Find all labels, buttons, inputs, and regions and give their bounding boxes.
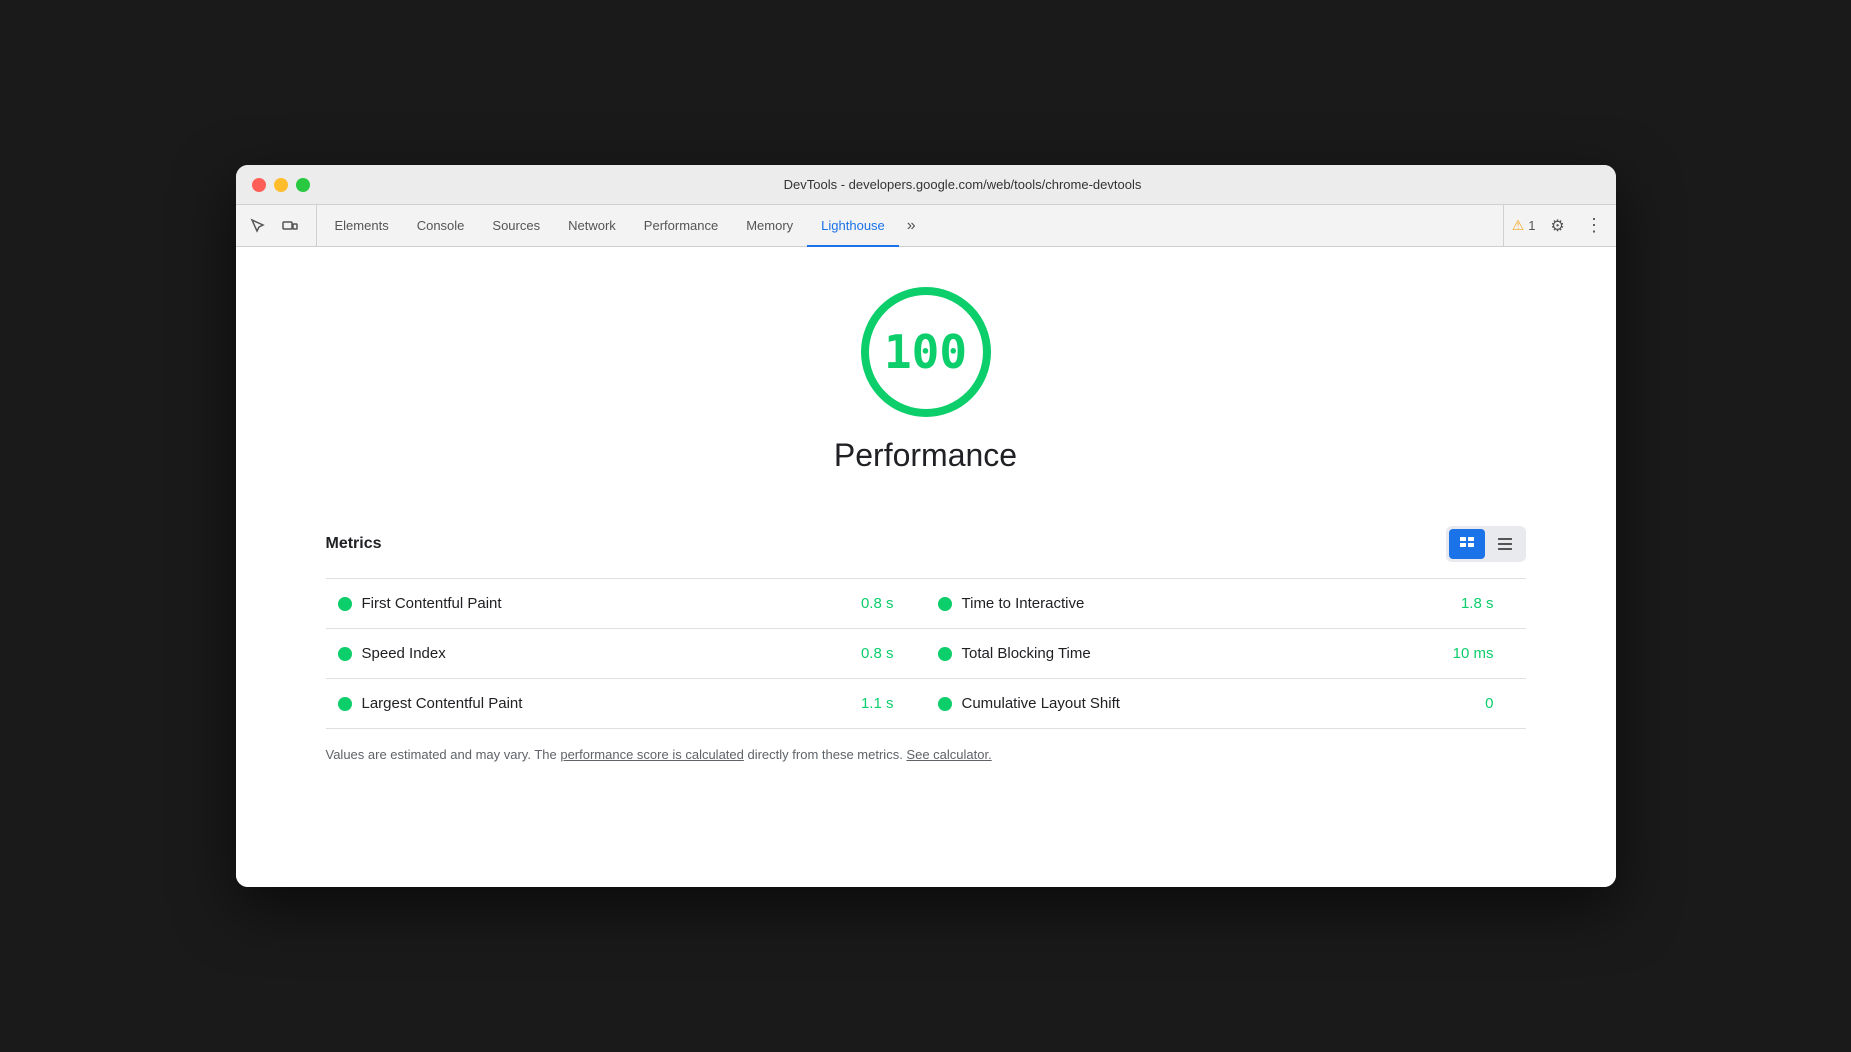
metric-row: Speed Index 0.8 s Total Blocking Time 10… bbox=[326, 629, 1526, 679]
metric-dot-tbt bbox=[938, 647, 952, 661]
metric-cell-fcp: First Contentful Paint 0.8 s bbox=[326, 579, 926, 628]
metric-dot-cls bbox=[938, 697, 952, 711]
metrics-section: Metrics bbox=[326, 526, 1526, 765]
window-title: DevTools - developers.google.com/web/too… bbox=[326, 177, 1600, 192]
inspect-element-button[interactable] bbox=[244, 212, 272, 240]
tab-sources[interactable]: Sources bbox=[478, 206, 554, 247]
metric-dot-tti bbox=[938, 597, 952, 611]
grid-view-button[interactable] bbox=[1449, 529, 1485, 559]
score-number: 100 bbox=[884, 325, 967, 379]
warning-icon: ⚠ bbox=[1512, 217, 1525, 234]
metric-cell-tbt: Total Blocking Time 10 ms bbox=[926, 629, 1526, 678]
more-options-button[interactable]: ⋮ bbox=[1580, 212, 1608, 240]
metric-cell-lcp: Largest Contentful Paint 1.1 s bbox=[326, 679, 926, 728]
perf-score-link[interactable]: performance score is calculated bbox=[560, 747, 744, 762]
toolbar-icons bbox=[244, 205, 317, 246]
tab-lighthouse[interactable]: Lighthouse bbox=[807, 206, 899, 247]
metric-dot-lcp bbox=[338, 697, 352, 711]
score-container: 100 Performance bbox=[834, 287, 1017, 506]
tabs: Elements Console Sources Network Perform… bbox=[321, 205, 1503, 246]
metric-value-si: 0.8 s bbox=[861, 645, 914, 662]
tab-console[interactable]: Console bbox=[403, 206, 479, 247]
metrics-footer: Values are estimated and may vary. The p… bbox=[326, 745, 1526, 765]
metric-cell-si: Speed Index 0.8 s bbox=[326, 629, 926, 678]
warning-badge[interactable]: ⚠ 1 bbox=[1512, 217, 1536, 234]
list-view-button[interactable] bbox=[1487, 529, 1523, 559]
lighthouse-panel: 100 Performance Metrics bbox=[236, 247, 1616, 887]
metric-cell-tti: Time to Interactive 1.8 s bbox=[926, 579, 1526, 628]
tab-elements[interactable]: Elements bbox=[321, 206, 403, 247]
metric-cell-cls: Cumulative Layout Shift 0 bbox=[926, 679, 1526, 728]
devtools-toolbar: Elements Console Sources Network Perform… bbox=[236, 205, 1616, 247]
metric-value-lcp: 1.1 s bbox=[861, 695, 914, 712]
settings-button[interactable]: ⚙ bbox=[1544, 212, 1572, 240]
metric-row: Largest Contentful Paint 1.1 s Cumulativ… bbox=[326, 679, 1526, 729]
metric-value-tti: 1.8 s bbox=[1461, 595, 1514, 612]
metrics-header: Metrics bbox=[326, 526, 1526, 562]
tab-more-button[interactable]: » bbox=[899, 205, 924, 246]
metric-value-cls: 0 bbox=[1485, 695, 1513, 712]
toolbar-right: ⚠ 1 ⚙ ⋮ bbox=[1503, 205, 1608, 246]
metric-name-si: Speed Index bbox=[362, 645, 851, 662]
metric-dot-fcp bbox=[338, 597, 352, 611]
metric-name-cls: Cumulative Layout Shift bbox=[962, 695, 1476, 712]
traffic-lights bbox=[252, 178, 310, 192]
metric-name-tbt: Total Blocking Time bbox=[962, 645, 1443, 662]
score-circle: 100 bbox=[861, 287, 991, 417]
metrics-table: First Contentful Paint 0.8 s Time to Int… bbox=[326, 578, 1526, 729]
view-toggle bbox=[1446, 526, 1526, 562]
calculator-link[interactable]: See calculator. bbox=[906, 747, 991, 762]
metrics-label: Metrics bbox=[326, 535, 382, 553]
tab-memory[interactable]: Memory bbox=[732, 206, 807, 247]
metric-value-fcp: 0.8 s bbox=[861, 595, 914, 612]
maximize-button[interactable] bbox=[296, 178, 310, 192]
metric-value-tbt: 10 ms bbox=[1453, 645, 1514, 662]
metric-name-fcp: First Contentful Paint bbox=[362, 595, 851, 612]
tab-network[interactable]: Network bbox=[554, 206, 630, 247]
devtools-window: DevTools - developers.google.com/web/too… bbox=[236, 165, 1616, 887]
metric-dot-si bbox=[338, 647, 352, 661]
close-button[interactable] bbox=[252, 178, 266, 192]
device-toggle-button[interactable] bbox=[276, 212, 304, 240]
panel-title: Performance bbox=[834, 437, 1017, 474]
metric-name-lcp: Largest Contentful Paint bbox=[362, 695, 851, 712]
metric-row: First Contentful Paint 0.8 s Time to Int… bbox=[326, 579, 1526, 629]
tab-performance[interactable]: Performance bbox=[630, 206, 732, 247]
minimize-button[interactable] bbox=[274, 178, 288, 192]
metric-name-tti: Time to Interactive bbox=[962, 595, 1451, 612]
titlebar: DevTools - developers.google.com/web/too… bbox=[236, 165, 1616, 205]
